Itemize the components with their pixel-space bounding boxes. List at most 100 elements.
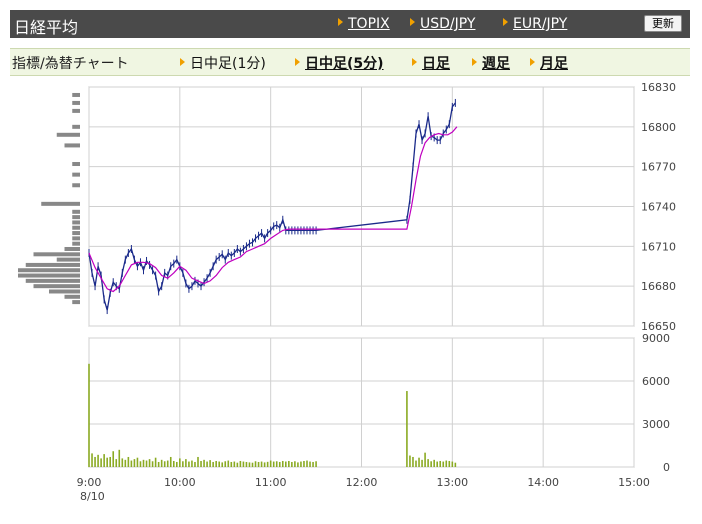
volume-bar [448,460,451,467]
volume-bar [239,460,242,467]
volume-bar [269,460,272,467]
volume-bar [118,449,121,467]
volume-bar [288,460,290,467]
volume-bar [442,461,445,467]
volume-bar [115,459,118,467]
volume-bar [103,454,105,467]
volume-bar [148,459,151,467]
volume-profile-bar [72,241,80,246]
volume-bar [136,457,139,467]
volume-bar [236,462,239,467]
volume-profile-bar [72,92,80,97]
volume-profile-bar [72,225,80,230]
volume-bar [303,460,305,467]
volume-bar [151,461,154,467]
volume-bar [169,456,172,467]
date-label: 8/10 [80,490,105,503]
volume-bar [415,460,417,467]
volume-bar [130,460,133,467]
volume-bar [88,363,90,467]
volume-profile-bar [72,236,80,241]
volume-bar [166,460,169,467]
volume-bar [163,461,166,467]
volume-profile-bar [72,209,80,214]
price-chart: 16650166801671016740167701680016830 0300… [18,81,676,503]
volume-bar [145,460,148,467]
volume-profile-bar [72,172,80,177]
volume-bar [272,461,275,467]
volume-bar [100,458,102,467]
volume-bar [109,456,111,467]
volume-bar [188,461,190,467]
volume-bar [157,461,160,467]
volume-bar [203,459,205,467]
x-tick-label: 14:00 [527,476,559,489]
volume-bar [221,462,224,467]
x-tick-label: 13:00 [436,476,468,489]
x-tick-label: 9:00 [77,476,102,489]
volume-profile-bar [72,300,80,305]
x-tick-label: 11:00 [255,476,287,489]
volume-bar [245,461,248,467]
volume-bar [212,461,214,467]
volume-bar [230,461,233,467]
volume-profile-bar [72,100,80,105]
price-tick-label: 16710 [641,240,676,253]
volume-bar [142,459,145,467]
volume-bar [285,461,287,467]
volume-bar [291,461,293,467]
volume-bar [248,462,251,467]
volume-profile-bar [72,220,80,225]
volume-bar [97,454,99,467]
volume-panel: 0 3000 6000 9000 [88,332,670,474]
volume-profile-bar [72,231,80,236]
x-tick-label: 10:00 [164,476,196,489]
volume-bar [182,461,184,467]
volume-bar [139,461,142,467]
volume-bar [254,461,257,467]
volume-bar [91,453,93,467]
volume-bar [160,459,163,467]
volume-bar [309,461,311,467]
volume-profile-bar [72,183,80,188]
volume-profile-bar [72,215,80,220]
volume-bar [215,460,217,467]
price-panel: 16650166801671016740167701680016830 [88,81,676,333]
volume-tick-label: 0 [663,461,670,474]
volume-bar [260,461,263,467]
volume-bar [172,460,175,467]
volume-bar [427,459,429,467]
volume-bar [251,462,254,467]
volume-profile-bar [64,143,80,148]
volume-bar [294,461,296,467]
volume-tick-label: 6000 [642,375,670,388]
volume-bar [191,460,193,467]
volume-bar [424,452,426,467]
volume-profile-bar [18,273,80,278]
volume-bar [412,456,414,467]
volume-profile-bar [41,201,80,206]
price-tick-label: 16740 [641,201,676,214]
volume-bar [206,461,208,467]
volume-bar [439,460,442,467]
volume-bar [176,461,178,467]
volume-bar [436,461,438,467]
volume-profile-bar [64,294,80,299]
volume-profile-bar [72,108,80,113]
volume-bar [185,459,187,467]
price-tick-label: 16800 [641,121,676,134]
volume-bar [281,460,284,467]
volume-bar [418,457,420,467]
volume-bar [315,461,317,467]
volume-profile-bar [49,289,80,294]
volume-profile-bar [25,262,80,267]
volume-tick-label: 3000 [642,418,670,431]
volume-bar [433,459,435,467]
volume-bar [275,461,278,467]
volume-bar [224,461,227,467]
x-tick-label: 15:00 [618,476,650,489]
volume-profile-bar [64,246,80,251]
volume-profile-bar [33,252,80,257]
price-tick-label: 16830 [641,81,676,94]
volume-bar [454,462,457,467]
